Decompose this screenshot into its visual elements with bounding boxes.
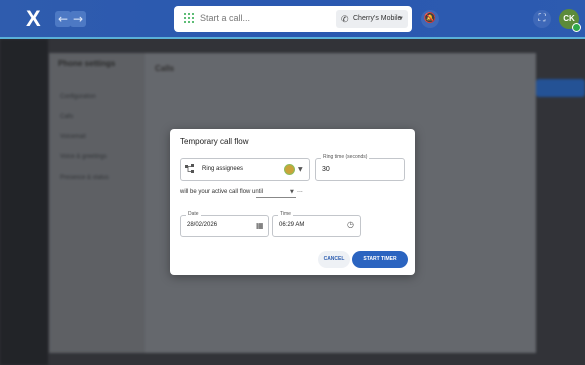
ring-assignees-label: Ring assignees [202, 166, 244, 172]
back-button[interactable]: ← [55, 11, 71, 27]
device-selector[interactable]: ✆ Cherry's Mobile ▼ [336, 10, 408, 28]
call-flow-icon [185, 164, 194, 173]
forward-button[interactable]: → [70, 11, 86, 27]
assignee-avatar-icon [284, 164, 295, 175]
time-value[interactable]: 06:29 AM [279, 222, 304, 228]
time-label: Time [278, 211, 293, 217]
date-value[interactable]: 28/02/2026 [187, 222, 217, 228]
phone-icon: ✆ [341, 14, 349, 24]
date-field[interactable]: Date 28/02/2026 ▦ [180, 211, 269, 237]
chevron-down-icon: ▼ [398, 16, 404, 22]
calendar-icon[interactable]: ▦ [256, 221, 264, 230]
ellipsis-text: ... [297, 187, 303, 194]
until-text: will be your active call flow until [180, 189, 264, 195]
ring-time-label: Ring time (seconds) [321, 154, 370, 160]
date-label: Date [186, 211, 201, 217]
ring-time-value[interactable]: 30 [322, 166, 330, 173]
do-not-disturb-button[interactable]: 🔕 [421, 10, 439, 28]
until-select[interactable]: ▼ [256, 188, 296, 198]
chevron-down-icon: ▼ [290, 189, 294, 195]
bell-off-icon: 🔕 [423, 13, 437, 24]
chevron-down-icon: ▼ [298, 166, 303, 173]
status-indicator [572, 23, 581, 32]
temporary-call-flow-dialog: Temporary call flow Ring assignees ▼ Rin… [170, 129, 415, 275]
start-timer-button[interactable]: START TIMER [352, 251, 408, 268]
clock-icon[interactable]: ◷ [347, 220, 354, 229]
time-field[interactable]: Time 06:29 AM ◷ [272, 211, 361, 237]
app-logo: X [26, 6, 41, 31]
expand-button[interactable]: ⛶ [533, 10, 551, 28]
ring-time-field[interactable]: Ring time (seconds) 30 [315, 154, 405, 181]
call-placeholder[interactable]: Start a call... [200, 13, 250, 23]
expand-icon: ⛶ [538, 13, 546, 24]
cancel-button[interactable]: CANCEL [318, 251, 350, 268]
dialog-title: Temporary call flow [180, 137, 249, 146]
call-input[interactable]: Start a call... ✆ Cherry's Mobile ▼ [174, 6, 412, 32]
arrow-right-icon: → [72, 12, 84, 26]
ring-assignees-select[interactable]: Ring assignees ▼ [180, 158, 310, 181]
top-bar-accent-line [0, 37, 585, 39]
arrow-left-icon: ← [57, 12, 69, 26]
device-label: Cherry's Mobile [353, 15, 402, 22]
dialpad-icon[interactable] [184, 13, 194, 25]
